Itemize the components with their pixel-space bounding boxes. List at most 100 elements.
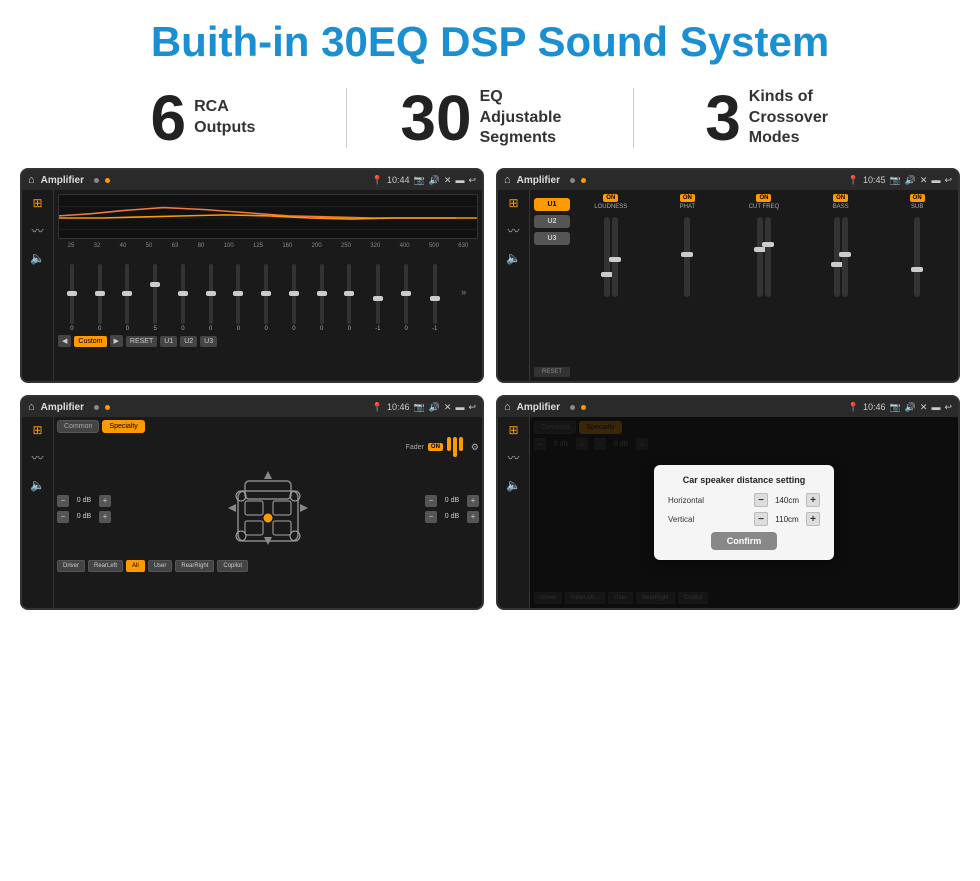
slider-thumb-7[interactable] [233, 291, 243, 296]
slider-track-12[interactable] [376, 264, 380, 324]
minus-tl[interactable]: − [57, 495, 69, 507]
slider-track-3[interactable] [125, 264, 129, 324]
play-button[interactable]: ▶ [110, 335, 123, 347]
horizontal-minus[interactable]: − [754, 493, 768, 507]
speaker-icon[interactable]: 🔈 [30, 251, 45, 265]
preset-u1[interactable]: U1 [534, 198, 570, 211]
v-slider-s1[interactable] [914, 217, 920, 297]
preset-u3[interactable]: U3 [534, 232, 570, 245]
slider-thumb-11[interactable] [344, 291, 354, 296]
thumb-l1[interactable] [601, 272, 613, 277]
slider-thumb-14[interactable] [430, 296, 440, 301]
slider-thumb-13[interactable] [401, 291, 411, 296]
slider-track-8[interactable] [264, 264, 268, 324]
thumb-b1[interactable] [831, 262, 843, 267]
wave-icon[interactable]: 〰 [31, 222, 43, 239]
btn-rearright[interactable]: RearRight [175, 560, 214, 572]
wave-icon-dist[interactable]: 〰 [507, 449, 519, 466]
horizontal-plus[interactable]: + [806, 493, 820, 507]
reset-button[interactable]: RESET [126, 336, 157, 347]
plus-bl[interactable]: + [99, 511, 111, 523]
slider-track-6[interactable] [209, 264, 213, 324]
minus-tr[interactable]: − [425, 495, 437, 507]
toggle-loudness[interactable]: ON [603, 194, 618, 202]
slider-thumb-8[interactable] [261, 291, 271, 296]
thumb-p1[interactable] [681, 252, 693, 257]
plus-br[interactable]: + [467, 511, 479, 523]
u2-button[interactable]: U2 [180, 336, 197, 347]
minus-br[interactable]: − [425, 511, 437, 523]
slider-track-14[interactable] [433, 264, 437, 324]
btn-all[interactable]: All [126, 560, 145, 572]
toggle-cutfreq[interactable]: ON [756, 194, 771, 202]
slider-track-11[interactable] [347, 264, 351, 324]
fader-toggle[interactable]: ON [428, 443, 443, 451]
v-slider-b1[interactable] [834, 217, 840, 297]
preset-u2[interactable]: U2 [534, 215, 570, 228]
slider-track-2[interactable] [98, 264, 102, 324]
toggle-sub[interactable]: ON [910, 194, 925, 202]
channel-sub: ON SUB [880, 194, 954, 377]
thumb-b2[interactable] [839, 252, 851, 257]
v-slider-cf2[interactable] [765, 217, 771, 297]
slider-track-9[interactable] [292, 264, 296, 324]
wave-icon-amp[interactable]: 〰 [507, 222, 519, 239]
settings-icon[interactable]: ⚙ [471, 442, 479, 453]
v-slider-cf1[interactable] [757, 217, 763, 297]
v-slider-l2[interactable] [612, 217, 618, 297]
thumb-s1[interactable] [911, 267, 923, 272]
slider-track-1[interactable] [70, 264, 74, 324]
tab-common[interactable]: Common [57, 420, 99, 433]
slider-thumb-2[interactable] [95, 291, 105, 296]
slider-thumb-5[interactable] [178, 291, 188, 296]
v-slider-p1[interactable] [684, 217, 690, 297]
btn-driver[interactable]: Driver [57, 560, 85, 572]
wave-icon-common[interactable]: 〰 [31, 449, 43, 466]
btn-user[interactable]: User [148, 560, 173, 572]
slider-track-13[interactable] [404, 264, 408, 324]
toggle-phat[interactable]: ON [680, 194, 695, 202]
slider-track-10[interactable] [320, 264, 324, 324]
confirm-button[interactable]: Confirm [711, 532, 778, 550]
slider-track-4[interactable] [153, 264, 157, 324]
vertical-plus[interactable]: + [806, 512, 820, 526]
slider-thumb-3[interactable] [122, 291, 132, 296]
v-slider-b2[interactable] [842, 217, 848, 297]
back-icon-dist: ↩ [944, 402, 952, 413]
stat-number-rca: 6 [151, 86, 187, 150]
tab-specialty[interactable]: Specialty [102, 420, 144, 433]
speaker-icon-dist[interactable]: 🔈 [506, 478, 521, 492]
speaker-icon-common[interactable]: 🔈 [30, 478, 45, 492]
slider-thumb-6[interactable] [206, 291, 216, 296]
freq-400: 400 [400, 243, 410, 249]
thumb-l2[interactable] [609, 257, 621, 262]
eq-icon-common[interactable]: ⊞ [32, 423, 42, 437]
u1-button[interactable]: U1 [160, 336, 177, 347]
speaker-icon-amp[interactable]: 🔈 [506, 251, 521, 265]
slider-thumb-9[interactable] [289, 291, 299, 296]
plus-tr[interactable]: + [467, 495, 479, 507]
slider-track-7[interactable] [236, 264, 240, 324]
freq-320: 320 [370, 243, 380, 249]
thumb-cf2[interactable] [762, 242, 774, 247]
u3-button[interactable]: U3 [200, 336, 217, 347]
custom-button[interactable]: Custom [74, 336, 106, 347]
db-row-tr: − 0 dB + [425, 495, 479, 507]
toggle-bass[interactable]: ON [833, 194, 848, 202]
slider-track-5[interactable] [181, 264, 185, 324]
plus-tl[interactable]: + [99, 495, 111, 507]
slider-thumb-4[interactable] [150, 282, 160, 287]
slider-thumb-1[interactable] [67, 291, 77, 296]
db-val-br: 0 dB [440, 513, 464, 520]
vertical-minus[interactable]: − [754, 512, 768, 526]
btn-rearleft[interactable]: RearLeft [88, 560, 123, 572]
minus-bl[interactable]: − [57, 511, 69, 523]
prev-button[interactable]: ◀ [58, 335, 71, 347]
reset-label[interactable]: RESET [534, 367, 570, 377]
eq-icon-dist[interactable]: ⊞ [508, 423, 518, 437]
eq-icon[interactable]: ⊞ [32, 196, 42, 210]
eq-icon-amp[interactable]: ⊞ [508, 196, 518, 210]
slider-thumb-10[interactable] [317, 291, 327, 296]
slider-thumb-12[interactable] [373, 296, 383, 301]
btn-copilot[interactable]: Copilot [217, 560, 248, 572]
